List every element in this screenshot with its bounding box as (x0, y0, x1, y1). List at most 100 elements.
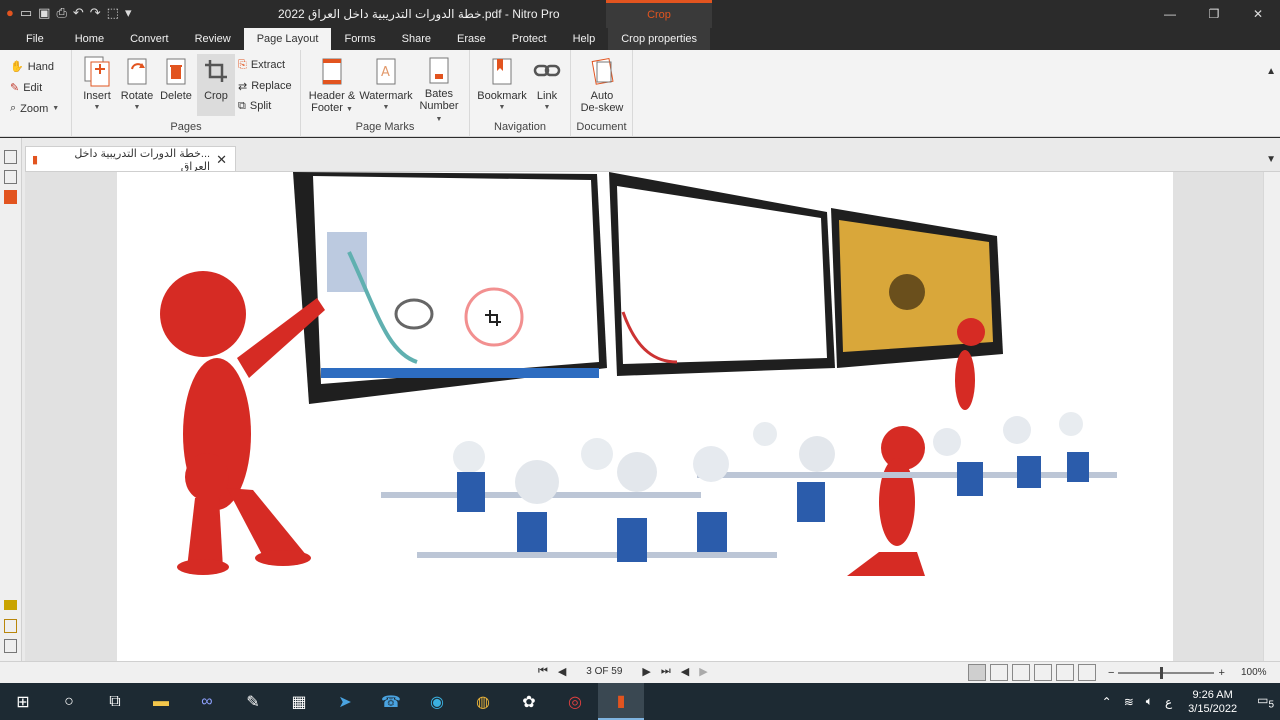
bookmarks-panel-icon[interactable] (4, 190, 17, 204)
volume-icon[interactable]: 🔈︎ (1146, 694, 1153, 709)
group-pages: Insert ▼ Rotate ▼ Delete Crop ⎘ Extract (72, 50, 301, 137)
minimize-button[interactable]: — (1148, 0, 1192, 28)
open-icon[interactable]: ▭ (20, 5, 32, 21)
zoom-out-button[interactable]: − (1108, 667, 1114, 679)
single-page-view-icon[interactable] (968, 664, 986, 681)
windows-start-icon[interactable]: ⊞ (0, 683, 46, 720)
signatures-panel-icon[interactable] (4, 619, 17, 633)
attachments-panel-icon[interactable] (4, 170, 17, 184)
clock[interactable]: 9:26 AM 3/15/2022 (1188, 688, 1237, 716)
fit-width-icon[interactable] (1078, 664, 1096, 681)
tab-erase[interactable]: Erase (444, 28, 499, 50)
nitro-pro-taskbar-icon[interactable]: ▮ (598, 683, 644, 720)
link-button[interactable]: Link ▼ (532, 54, 562, 116)
select-tool-icon[interactable]: ⬚ (107, 5, 119, 21)
document-area: ▮ ...خطة الدورات التدريبية داخل العراق ✕… (0, 138, 1280, 661)
zoom-slider[interactable]: − + (1108, 666, 1232, 680)
chrome-icon[interactable]: ◍ (460, 683, 506, 720)
wifi-icon[interactable]: ≋ (1124, 695, 1134, 709)
bates-number-button[interactable]: Bates Number ▼ (415, 54, 463, 123)
first-page-icon[interactable]: ⏮ (538, 665, 548, 678)
tab-forms[interactable]: Forms (331, 28, 388, 50)
document-tab[interactable]: ▮ ...خطة الدورات التدريبية داخل العراق ✕ (25, 146, 236, 173)
pdf-page[interactable] (117, 172, 1173, 661)
tab-page-layout[interactable]: Page Layout (243, 28, 332, 50)
ribbon-collapse-icon[interactable]: ▲ (1266, 66, 1276, 77)
file-explorer-icon[interactable]: ▬ (138, 683, 184, 720)
undo-icon[interactable]: ↶ (73, 5, 84, 21)
rotate-button[interactable]: Rotate ▼ (120, 54, 154, 116)
close-button[interactable]: ✕ (1236, 0, 1280, 28)
header-footer-button[interactable]: Header & Footer ▼ (307, 54, 357, 116)
zoom-tool[interactable]: ⌕ Zoom ▼ (0, 98, 71, 119)
auto-deskew-button[interactable]: Auto De-skew (577, 54, 627, 116)
page-number-field[interactable]: 3 OF 59 (576, 666, 632, 677)
fit-page-icon[interactable] (1056, 664, 1074, 681)
next-page-icon[interactable]: ▶ (642, 665, 650, 678)
zoom-slider-thumb[interactable] (1160, 667, 1164, 679)
quick-access-toolbar: ● ▭ ▣ ⎙ ↶ ↷ ⬚ ▾ (6, 5, 132, 21)
watermark-icon: A (371, 54, 401, 88)
facing-view-icon[interactable] (1012, 664, 1030, 681)
status-bar: ⏮ ◀ 3 OF 59 ▶ ⏭ ◀ ▶ − + 100% (0, 661, 1280, 683)
customize-qat-icon[interactable]: ▾ (125, 5, 132, 21)
group-document: Auto De-skew Document (571, 50, 633, 137)
recorder-icon[interactable]: ◎ (552, 683, 598, 720)
tab-share[interactable]: Share (389, 28, 444, 50)
search-icon[interactable]: ○ (46, 683, 92, 720)
edge-icon[interactable]: ◉ (414, 683, 460, 720)
tab-help[interactable]: Help (560, 28, 609, 50)
notifications-icon[interactable]: ▭5 (1257, 693, 1274, 710)
show-hidden-icons-icon[interactable]: ⌃ (1102, 695, 1112, 709)
tab-home[interactable]: Home (62, 28, 117, 50)
comments-panel-icon[interactable] (4, 600, 17, 610)
tab-list-dropdown-icon[interactable]: ▼ (1266, 154, 1276, 165)
deskew-icon (587, 54, 617, 88)
task-view-icon[interactable]: ⧉ (92, 683, 138, 720)
input-language[interactable]: ع (1165, 695, 1172, 709)
tab-convert[interactable]: Convert (117, 28, 182, 50)
replace-button[interactable]: ⇄ Replace (238, 77, 292, 95)
close-tab-button[interactable]: ✕ (216, 152, 227, 168)
app-infinity-icon[interactable]: ∞ (184, 683, 230, 720)
tab-review[interactable]: Review (182, 28, 244, 50)
insert-button[interactable]: Insert ▼ (80, 54, 114, 116)
extract-button[interactable]: ⎘ Extract (238, 56, 285, 74)
windows-taskbar: ⊞ ○ ⧉ ▬ ∞ ✎ ▦ ➤ ☎ ◉ ◍ ✿ ◎ ▮ ⌃ ≋ 🔈︎ ع 9:2… (0, 683, 1280, 720)
split-button[interactable]: ⧉ Split (238, 97, 271, 115)
app-paint-3d-icon[interactable]: ✿ (506, 683, 552, 720)
paint-icon[interactable]: ✎ (230, 683, 276, 720)
zoom-level[interactable]: 100% (1241, 667, 1267, 678)
redo-icon[interactable]: ↷ (90, 5, 101, 21)
last-page-icon[interactable]: ⏭ (661, 665, 671, 678)
next-view-icon[interactable]: ▶ (699, 665, 707, 678)
system-tray: ⌃ ≋ 🔈︎ ع 9:26 AM 3/15/2022 ▭5 (1096, 683, 1280, 720)
edit-tool[interactable]: ✎ Edit (0, 77, 71, 98)
zoom-in-button[interactable]: + (1218, 667, 1224, 679)
save-icon[interactable]: ▣ (38, 5, 50, 21)
crop-button[interactable]: Crop (197, 54, 235, 116)
print-icon[interactable]: ⎙ (56, 5, 66, 21)
telegram-icon[interactable]: ➤ (322, 683, 368, 720)
bookmark-button[interactable]: Bookmark ▼ (476, 54, 528, 116)
page-viewport[interactable] (25, 172, 1263, 661)
tab-file[interactable]: File (0, 28, 62, 50)
previous-page-icon[interactable]: ◀ (558, 665, 566, 678)
previous-view-icon[interactable]: ◀ (681, 665, 689, 678)
tab-protect[interactable]: Protect (499, 28, 560, 50)
watermark-button[interactable]: A Watermark ▼ (359, 54, 413, 116)
facing-continuous-view-icon[interactable] (1034, 664, 1052, 681)
tab-crop-properties[interactable]: Crop properties (608, 28, 711, 50)
calculator-icon[interactable]: ▦ (276, 683, 322, 720)
restore-button[interactable]: ❐ (1192, 0, 1236, 28)
phone-app-icon[interactable]: ☎ (368, 683, 414, 720)
group-navigation: Bookmark ▼ Link ▼ Navigation (470, 50, 571, 137)
chevron-down-icon: ▼ (52, 105, 60, 112)
delete-button[interactable]: Delete (158, 54, 194, 116)
output-panel-icon[interactable] (4, 639, 17, 653)
pages-panel-icon[interactable] (4, 150, 17, 164)
hand-tool[interactable]: ✋ Hand (0, 56, 71, 77)
continuous-view-icon[interactable] (990, 664, 1008, 681)
vertical-scrollbar[interactable] (1263, 172, 1280, 661)
window-controls: — ❐ ✕ (1148, 0, 1280, 28)
